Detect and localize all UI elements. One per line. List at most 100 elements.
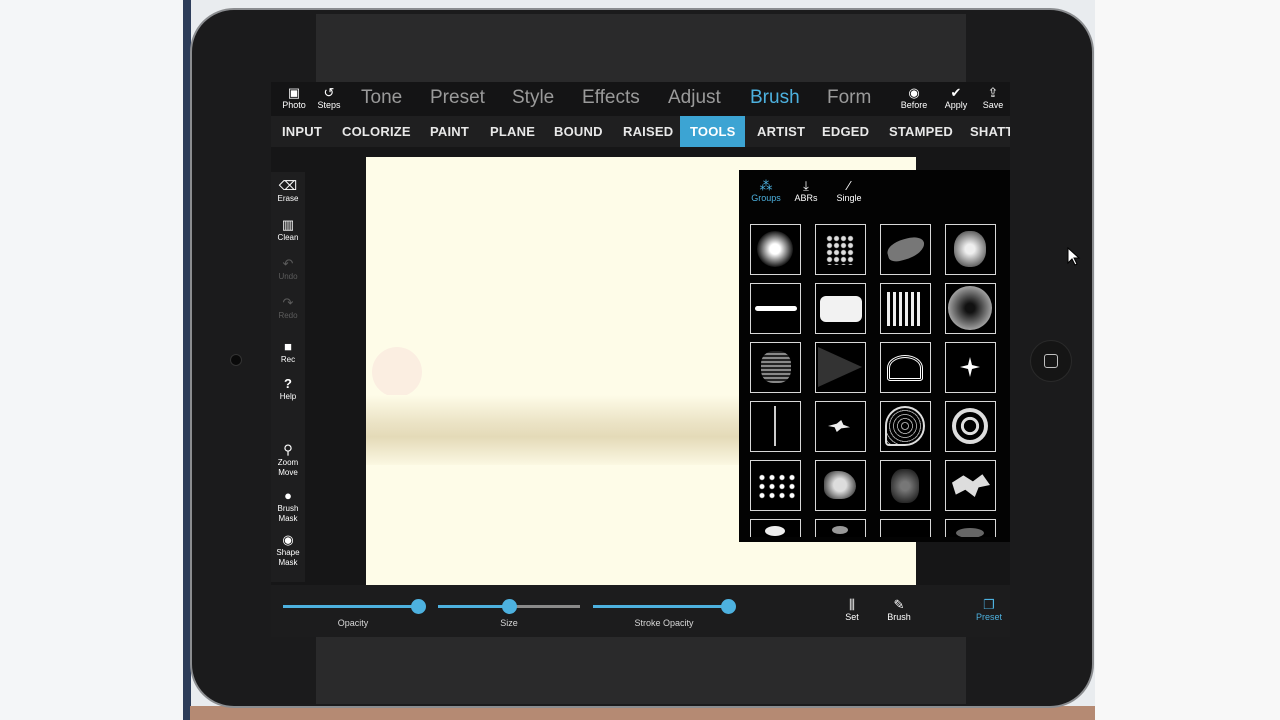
shape-mask-label-1: Shape <box>276 548 300 557</box>
clean-label: Clean <box>277 233 299 242</box>
before-label: Before <box>900 100 928 110</box>
zoom-label: Zoom <box>277 458 299 467</box>
set-button[interactable]: ⫼ Set <box>841 597 863 622</box>
download-icon: ⤓ <box>803 178 809 193</box>
category-paint[interactable]: PAINT <box>420 116 479 147</box>
zoom-move-button[interactable]: ⚲ Zoom Move <box>271 442 305 478</box>
brush-thumb[interactable] <box>815 460 866 511</box>
brush-thumb[interactable] <box>880 283 931 334</box>
category-input[interactable]: INPUT <box>272 116 332 147</box>
opacity-slider[interactable] <box>283 599 426 614</box>
photo-button[interactable]: ▣ Photo <box>281 86 307 111</box>
erase-label: Erase <box>277 194 299 203</box>
category-edged[interactable]: EDGED <box>812 116 879 147</box>
category-colorize[interactable]: COLORIZE <box>332 116 421 147</box>
undo-icon: ↶ <box>282 256 294 271</box>
sliders-icon: ⫼ <box>849 597 855 612</box>
nav-preset[interactable]: Preset <box>430 87 485 109</box>
category-stamped[interactable]: STAMPED <box>879 116 963 147</box>
redo-label: Redo <box>278 311 298 320</box>
category-bound[interactable]: BOUND <box>544 116 613 147</box>
stroke-opacity-slider-knob[interactable] <box>721 599 736 614</box>
category-plane[interactable]: PLANE <box>480 116 545 147</box>
brush-thumb[interactable] <box>750 401 801 452</box>
help-button[interactable]: ? Help <box>271 376 305 402</box>
groups-label: Groups <box>751 193 781 203</box>
tab-groups[interactable]: ⁂ Groups <box>749 178 783 203</box>
brush-thumb[interactable] <box>945 283 996 334</box>
size-slider-knob[interactable] <box>502 599 517 614</box>
nav-tone[interactable]: Tone <box>361 87 402 109</box>
category-shatt[interactable]: SHATT <box>960 116 1010 147</box>
steps-label: Steps <box>317 100 341 110</box>
redo-button[interactable]: ↷ Redo <box>271 295 305 321</box>
category-artist[interactable]: ARTIST <box>747 116 815 147</box>
brush-thumb[interactable] <box>750 342 801 393</box>
size-slider[interactable] <box>438 599 580 614</box>
app-screen: ▣ Photo ↺ Steps Tone Preset Style Effect… <box>271 82 1010 637</box>
brush-thumb[interactable] <box>880 224 931 275</box>
layers-icon: ❐ <box>983 597 995 612</box>
category-tools[interactable]: TOOLS <box>680 116 745 147</box>
stroke-opacity-slider[interactable] <box>593 599 736 614</box>
brush-thumb[interactable] <box>945 342 996 393</box>
clean-button[interactable]: ▥ Clean <box>271 217 305 243</box>
brush-thumb[interactable] <box>750 460 801 511</box>
brush-thumbnail-grid <box>750 224 1002 537</box>
video-camera-icon: ■ <box>284 339 292 354</box>
brush-thumb[interactable] <box>750 283 801 334</box>
brush-thumb[interactable] <box>880 342 931 393</box>
top-bar: ▣ Photo ↺ Steps Tone Preset Style Effect… <box>271 82 1010 116</box>
brush-thumb[interactable] <box>945 224 996 275</box>
brush-thumb[interactable] <box>815 342 866 393</box>
home-button[interactable] <box>1030 340 1072 382</box>
redo-icon: ↷ <box>282 295 294 310</box>
preset-button[interactable]: ❐ Preset <box>974 597 1004 622</box>
brush-thumb[interactable] <box>815 224 866 275</box>
tab-single[interactable]: ⁄ Single <box>833 178 865 203</box>
canvas-stroke-dot <box>372 347 422 397</box>
brush-thumb[interactable] <box>945 519 996 537</box>
brush-thumb[interactable] <box>750 519 801 537</box>
opacity-slider-knob[interactable] <box>411 599 426 614</box>
nav-form[interactable]: Form <box>827 87 871 109</box>
question-icon: ? <box>284 376 292 391</box>
groups-icon: ⁂ <box>759 178 773 193</box>
brush-thumb[interactable] <box>815 283 866 334</box>
undo-button[interactable]: ↶ Undo <box>271 256 305 282</box>
brush-label: Brush <box>887 612 911 622</box>
size-slider-fill <box>438 605 509 608</box>
brush-mask-button[interactable]: ● Brush Mask <box>271 488 305 524</box>
brush-thumb[interactable] <box>880 401 931 452</box>
rec-button[interactable]: ■ Rec <box>271 339 305 365</box>
circle-icon: ◉ <box>282 532 294 547</box>
brush-thumb[interactable] <box>815 519 866 537</box>
brush-mask-label-2: Mask <box>278 514 298 523</box>
abrs-label: ABRs <box>794 193 818 203</box>
brush-category-bar: INPUT COLORIZE PAINT PLANE BOUND RAISED … <box>271 116 1010 147</box>
brush-thumb[interactable] <box>945 401 996 452</box>
brush-button[interactable]: ✎ Brush <box>884 597 914 622</box>
brush-thumb[interactable] <box>880 519 931 537</box>
nav-style[interactable]: Style <box>512 87 554 109</box>
tab-abrs[interactable]: ⤓ ABRs <box>791 178 821 203</box>
category-raised[interactable]: RAISED <box>613 116 683 147</box>
erase-button[interactable]: ⌫ Erase <box>271 178 305 204</box>
save-label: Save <box>982 100 1004 110</box>
nav-brush[interactable]: Brush <box>750 87 800 109</box>
save-button[interactable]: ⇪ Save <box>980 85 1006 111</box>
share-icon: ⇪ <box>987 85 999 100</box>
brush-icon: ✎ <box>893 597 905 612</box>
shape-mask-button[interactable]: ◉ Shape Mask <box>271 532 305 568</box>
nav-adjust[interactable]: Adjust <box>668 87 721 109</box>
brush-thumb[interactable] <box>815 401 866 452</box>
nav-effects[interactable]: Effects <box>582 87 640 109</box>
mouse-cursor-icon <box>1067 247 1081 266</box>
brush-thumb[interactable] <box>945 460 996 511</box>
brush-thumb[interactable] <box>750 224 801 275</box>
apply-button[interactable]: ✔ Apply <box>942 86 970 111</box>
before-button[interactable]: ◉ Before <box>899 85 929 111</box>
brush-thumb[interactable] <box>880 460 931 511</box>
steps-button[interactable]: ↺ Steps <box>316 86 342 111</box>
eye-icon: ◉ <box>908 85 920 100</box>
